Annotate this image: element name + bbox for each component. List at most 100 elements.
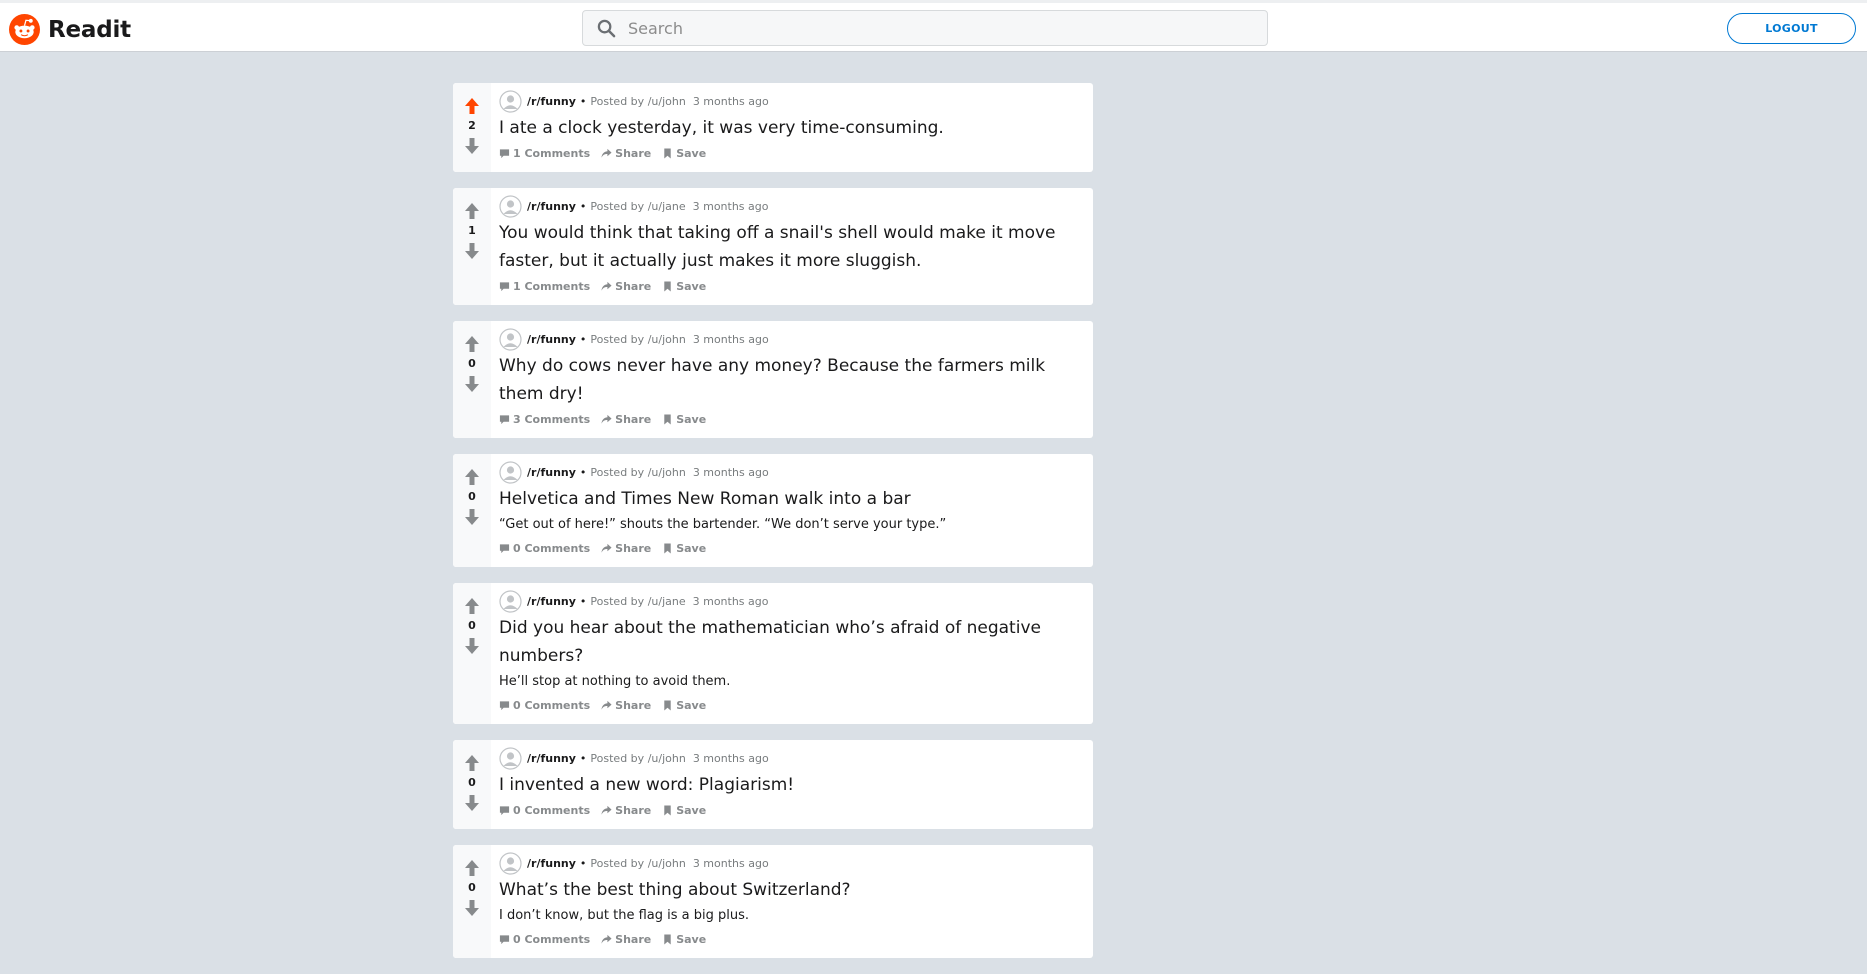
upvote-arrow-icon[interactable]: [463, 596, 481, 616]
share-button[interactable]: Share: [601, 542, 651, 555]
post-title[interactable]: I invented a new word: Plagiarism!: [499, 771, 1085, 799]
downvote-arrow-icon[interactable]: [463, 636, 481, 656]
post-title[interactable]: Did you hear about the mathematician who…: [499, 614, 1085, 670]
post-meta: /r/funny • Posted by /u/john 3 months ag…: [499, 90, 1085, 113]
downvote-arrow-icon[interactable]: [463, 374, 481, 394]
comment-icon: [499, 414, 510, 424]
subreddit-link[interactable]: /r/funny: [527, 95, 576, 108]
vote-score: 1: [468, 224, 476, 237]
subreddit-link[interactable]: /r/funny: [527, 857, 576, 870]
downvote-arrow-icon[interactable]: [463, 507, 481, 527]
save-button[interactable]: Save: [662, 147, 706, 160]
post-card[interactable]: 0 /r/funny • Posted by /u/john 3 months …: [453, 740, 1093, 829]
author-link[interactable]: /u/jane: [648, 595, 686, 608]
downvote-arrow-icon[interactable]: [463, 136, 481, 156]
subreddit-link[interactable]: /r/funny: [527, 752, 576, 765]
post-meta: /r/funny • Posted by /u/john 3 months ag…: [499, 461, 1085, 484]
downvote-arrow-icon[interactable]: [463, 793, 481, 813]
post-card[interactable]: 2 /r/funny • Posted by /u/john 3 months …: [453, 83, 1093, 172]
post-title[interactable]: You would think that taking off a snail'…: [499, 219, 1085, 275]
vote-score: 0: [468, 357, 476, 370]
post-card[interactable]: 0 /r/funny • Posted by /u/john 3 months …: [453, 454, 1093, 567]
downvote-arrow-icon[interactable]: [463, 241, 481, 261]
downvote-arrow-icon[interactable]: [463, 898, 481, 918]
author-link[interactable]: /u/john: [648, 333, 686, 346]
upvote-arrow-icon[interactable]: [463, 467, 481, 487]
upvote-arrow-icon[interactable]: [463, 96, 481, 116]
comments-button[interactable]: 3 Comments: [499, 413, 590, 426]
post-time: 3 months ago: [692, 95, 769, 108]
post-content: /r/funny • Posted by /u/jane 3 months ag…: [491, 583, 1093, 724]
post-card[interactable]: 0 /r/funny • Posted by /u/jane 3 months …: [453, 583, 1093, 724]
avatar-icon: [499, 328, 522, 351]
subreddit-link[interactable]: /r/funny: [527, 200, 576, 213]
upvote-arrow-icon[interactable]: [463, 201, 481, 221]
share-icon: [601, 148, 612, 158]
comments-button[interactable]: 0 Comments: [499, 542, 590, 555]
subreddit-link[interactable]: /r/funny: [527, 466, 576, 479]
post-content: /r/funny • Posted by /u/john 3 months ag…: [491, 83, 1093, 172]
upvote-arrow-icon[interactable]: [463, 858, 481, 878]
share-button[interactable]: Share: [601, 804, 651, 817]
save-label: Save: [676, 279, 707, 293]
comments-button[interactable]: 0 Comments: [499, 804, 590, 817]
bookmark-icon: [664, 699, 671, 711]
share-label: Share: [615, 803, 652, 817]
share-button[interactable]: Share: [601, 147, 651, 160]
subreddit-link[interactable]: /r/funny: [527, 595, 576, 608]
save-button[interactable]: Save: [662, 804, 706, 817]
comments-count: 0 Comments: [513, 932, 591, 946]
author-link[interactable]: /u/john: [648, 752, 686, 765]
vote-score: 0: [468, 776, 476, 789]
share-icon: [601, 543, 612, 553]
post-content: /r/funny • Posted by /u/john 3 months ag…: [491, 321, 1093, 438]
author-link[interactable]: /u/john: [648, 466, 686, 479]
upvote-arrow-icon[interactable]: [463, 753, 481, 773]
search-input[interactable]: [628, 11, 1267, 45]
author-link[interactable]: /u/jane: [648, 200, 686, 213]
share-button[interactable]: Share: [601, 699, 651, 712]
comments-count: 0 Comments: [513, 698, 591, 712]
comments-button[interactable]: 0 Comments: [499, 933, 590, 946]
avatar-icon: [499, 90, 522, 113]
vote-column: 1: [453, 188, 491, 305]
save-label: Save: [676, 412, 707, 426]
avatar-icon: [499, 852, 522, 875]
post-card[interactable]: 1 /r/funny • Posted by /u/jane 3 months …: [453, 188, 1093, 305]
save-button[interactable]: Save: [662, 542, 706, 555]
post-content: /r/funny • Posted by /u/john 3 months ag…: [491, 454, 1093, 567]
save-button[interactable]: Save: [662, 933, 706, 946]
post-title[interactable]: What’s the best thing about Switzerland?: [499, 876, 1085, 904]
comments-button[interactable]: 1 Comments: [499, 147, 590, 160]
post-actions: 0 Comments Share Save: [499, 694, 1085, 716]
comments-button[interactable]: 1 Comments: [499, 280, 590, 293]
author-link[interactable]: /u/john: [648, 857, 686, 870]
post-meta: /r/funny • Posted by /u/jane 3 months ag…: [499, 590, 1085, 613]
subreddit-link[interactable]: /r/funny: [527, 333, 576, 346]
comments-count: 1 Comments: [513, 146, 591, 160]
post-title[interactable]: I ate a clock yesterday, it was very tim…: [499, 114, 1085, 142]
comments-count: 0 Comments: [513, 541, 591, 555]
save-button[interactable]: Save: [662, 699, 706, 712]
author-link[interactable]: /u/john: [648, 95, 686, 108]
comments-button[interactable]: 0 Comments: [499, 699, 590, 712]
meta-separator: •: [579, 595, 587, 608]
post-card[interactable]: 0 /r/funny • Posted by /u/john 3 months …: [453, 321, 1093, 438]
comments-count: 3 Comments: [513, 412, 591, 426]
share-button[interactable]: Share: [601, 933, 651, 946]
logout-button[interactable]: LOGOUT: [1727, 13, 1856, 44]
brand-home-link[interactable]: Readit: [9, 14, 131, 45]
save-button[interactable]: Save: [662, 413, 706, 426]
upvote-arrow-icon[interactable]: [463, 334, 481, 354]
post-card[interactable]: 0 /r/funny • Posted by /u/john 3 months …: [453, 845, 1093, 958]
save-button[interactable]: Save: [662, 280, 706, 293]
posted-by-label: Posted by: [590, 333, 645, 346]
share-button[interactable]: Share: [601, 413, 651, 426]
posted-by-label: Posted by: [590, 95, 645, 108]
post-title[interactable]: Why do cows never have any money? Becaus…: [499, 352, 1085, 408]
share-button[interactable]: Share: [601, 280, 651, 293]
share-label: Share: [615, 412, 652, 426]
save-label: Save: [676, 932, 707, 946]
search-bar[interactable]: [582, 10, 1268, 46]
post-title[interactable]: Helvetica and Times New Roman walk into …: [499, 485, 1085, 513]
